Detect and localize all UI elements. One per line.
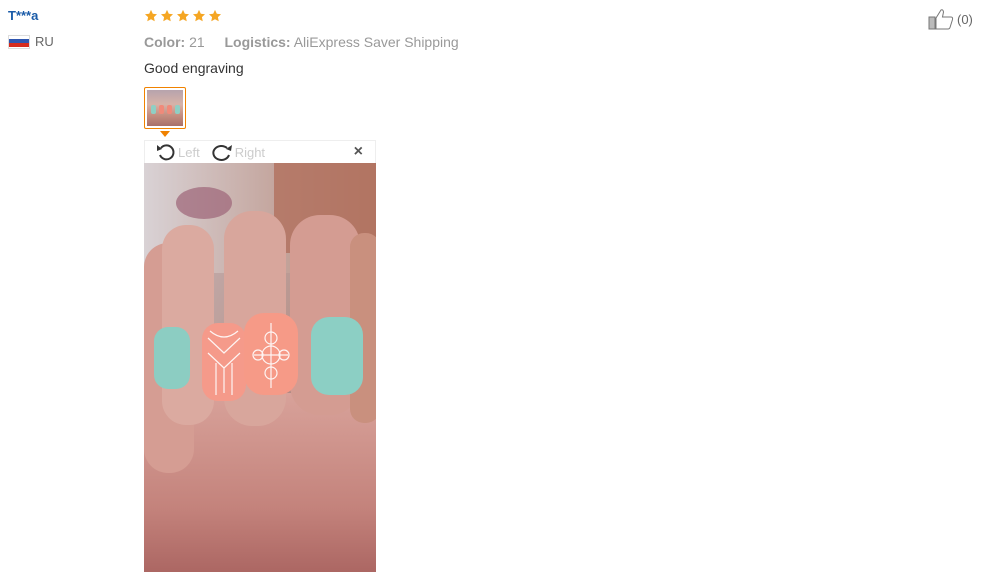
review-photo-thumbnail[interactable] <box>144 87 186 129</box>
rotate-left-button[interactable]: Left <box>155 142 200 162</box>
review-text: Good engraving <box>144 60 244 76</box>
star-icon <box>144 9 158 22</box>
country-code: RU <box>35 34 54 49</box>
rotate-right-icon <box>212 144 232 161</box>
review-photo <box>144 163 376 572</box>
helpful-vote-button[interactable]: (0) <box>928 8 973 30</box>
reviewer-country: RU <box>8 34 128 49</box>
review-body: Color: 21 Logistics: AliExpress Saver Sh… <box>144 6 904 137</box>
photo-viewer: Left Right × <box>144 140 376 572</box>
attr-logistics-value: AliExpress Saver Shipping <box>293 34 459 50</box>
star-icon <box>176 9 190 22</box>
attr-color-value: 21 <box>189 34 205 50</box>
star-icon <box>192 9 206 22</box>
reviewer-info: T***a RU <box>8 6 128 49</box>
rotate-left-label: Left <box>178 144 200 160</box>
review-thumbnails <box>144 87 904 137</box>
attr-color-key: Color: <box>144 34 186 50</box>
russia-flag-icon <box>8 34 30 49</box>
review-attributes: Color: 21 Logistics: AliExpress Saver Sh… <box>144 32 904 52</box>
rotate-right-label: Right <box>234 144 266 160</box>
attr-logistics-key: Logistics: <box>224 34 291 50</box>
helpful-count: (0) <box>957 11 973 27</box>
star-icon <box>208 9 222 22</box>
star-icon <box>160 9 174 22</box>
star-rating <box>144 6 904 26</box>
viewer-toolbar: Left Right × <box>144 140 376 163</box>
reviewer-name: T***a <box>8 8 39 23</box>
rotate-left-icon <box>157 144 175 161</box>
thumbnail-image <box>147 90 183 126</box>
close-viewer-button[interactable]: × <box>354 143 363 161</box>
thumbs-up-icon <box>928 9 954 30</box>
thumbnail-selected-arrow <box>160 131 170 137</box>
rotate-right-button[interactable]: Right <box>210 142 265 162</box>
